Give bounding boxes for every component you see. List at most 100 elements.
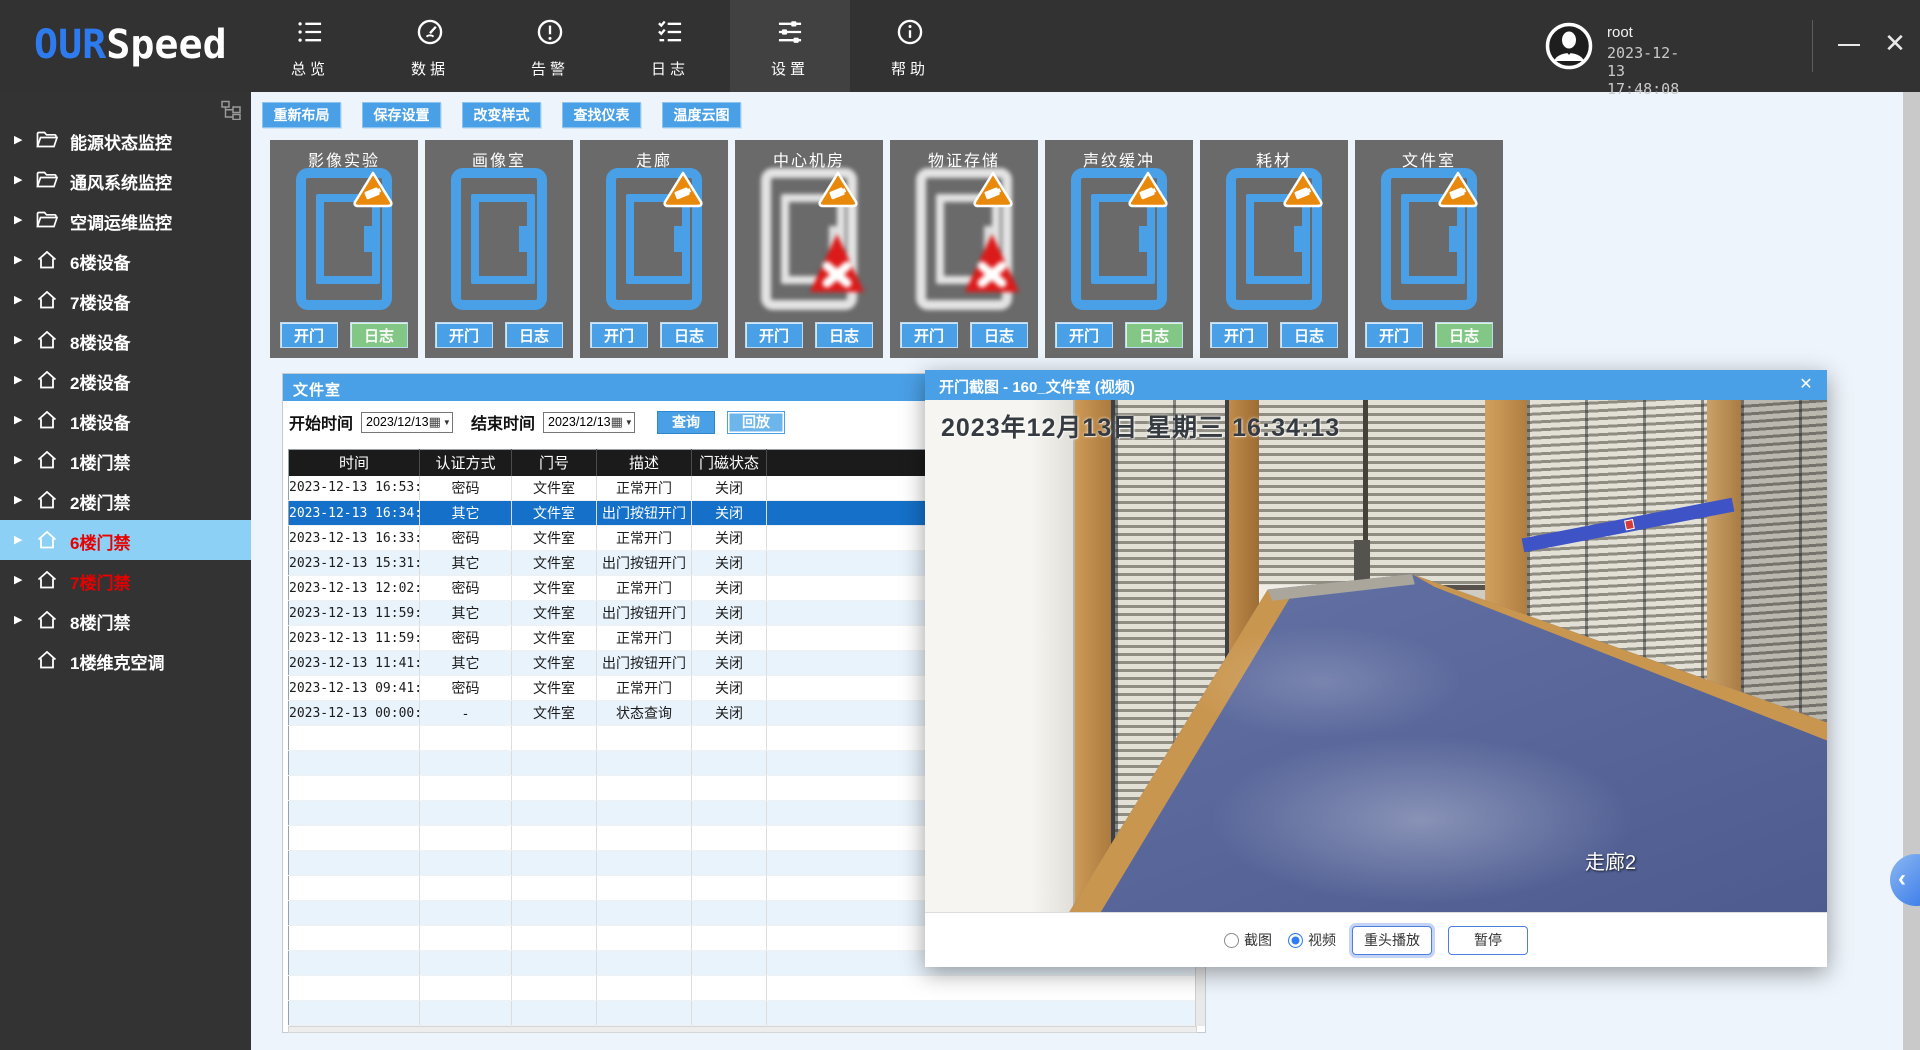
open-door-button[interactable]: 开门 — [900, 322, 958, 348]
video-dialog-titlebar[interactable]: 开门截图 - 160_文件室 (视频) ✕ — [925, 370, 1827, 400]
sidebar-item-5[interactable]: ▶ 8楼设备 — [0, 320, 251, 360]
expander-icon[interactable]: ▶ — [14, 613, 22, 626]
close-icon[interactable]: ✕ — [1795, 374, 1817, 396]
sidebar-item-6[interactable]: ▶ 2楼设备 — [0, 360, 251, 400]
minimize-button[interactable] — [1834, 30, 1864, 60]
open-door-button[interactable]: 开门 — [1210, 322, 1268, 348]
door-card-0[interactable]: 影像实验 开门 日志 — [270, 140, 418, 358]
radio-selected-icon[interactable] — [1288, 933, 1303, 948]
open-door-button[interactable]: 开门 — [435, 322, 493, 348]
door-card-7[interactable]: 文件室 开门 日志 — [1355, 140, 1503, 358]
expander-icon[interactable]: ▶ — [14, 293, 22, 306]
top-bar: OURSpeed 总览 数据 告警 日志 设置 帮助 root 2023-12-… — [0, 0, 1920, 92]
door-log-button[interactable]: 日志 — [350, 322, 408, 348]
nav-tab-4[interactable]: 设置 — [730, 0, 850, 92]
end-date-input[interactable]: 2023/12/13 ▦ ▼ — [543, 412, 635, 433]
open-door-button[interactable]: 开门 — [745, 322, 803, 348]
door-card-2[interactable]: 走廊 开门 日志 — [580, 140, 728, 358]
replay-button[interactable]: 重头播放 — [1352, 926, 1432, 955]
sidebar-item-12[interactable]: ▶ 8楼门禁 — [0, 600, 251, 640]
column-header-0[interactable]: 时间 — [289, 450, 420, 476]
table-cell: 正常开门 — [597, 576, 692, 601]
table-cell: 关闭 — [692, 701, 767, 726]
door-log-button[interactable]: 日志 — [1435, 322, 1493, 348]
toolbar-button-1[interactable]: 保存设置 — [362, 102, 441, 128]
door-card-5[interactable]: 声纹缓冲 开门 日志 — [1045, 140, 1193, 358]
playback-button[interactable]: 回放 — [727, 411, 785, 434]
nav-tab-1[interactable]: 数据 — [370, 0, 490, 92]
query-button[interactable]: 查询 — [657, 411, 715, 434]
chevron-down-icon[interactable]: ▼ — [443, 418, 451, 427]
door-log-button[interactable]: 日志 — [970, 322, 1028, 348]
nav-tab-2[interactable]: 告警 — [490, 0, 610, 92]
open-door-button[interactable]: 开门 — [1365, 322, 1423, 348]
expander-icon[interactable]: ▶ — [14, 493, 22, 506]
open-door-button[interactable]: 开门 — [590, 322, 648, 348]
expander-icon[interactable]: ▶ — [14, 533, 22, 546]
door-card-6[interactable]: 耗材 开门 日志 — [1200, 140, 1348, 358]
door-handle — [364, 226, 373, 252]
sidebar-item-7[interactable]: ▶ 1楼设备 — [0, 400, 251, 440]
nav-tab-label: 日志 — [610, 58, 730, 79]
door-log-button[interactable]: 日志 — [1280, 322, 1338, 348]
snapshot-radio[interactable]: 截图 — [1224, 930, 1272, 950]
sidebar-item-0[interactable]: ▶ 能源状态监控 — [0, 120, 251, 160]
video-controls-bar: 截图 视频 重头播放 暂停 — [925, 912, 1827, 967]
tree-view-icon[interactable] — [221, 100, 241, 120]
nav-tab-0[interactable]: 总览 — [250, 0, 370, 92]
start-date-input[interactable]: 2023/12/13 ▦ ▼ — [361, 412, 453, 433]
sidebar-item-13[interactable]: 1楼维克空调 — [0, 640, 251, 680]
column-header-4[interactable]: 门磁状态 — [692, 450, 767, 476]
sidebar-item-1[interactable]: ▶ 通风系统监控 — [0, 160, 251, 200]
expander-icon[interactable]: ▶ — [14, 573, 22, 586]
video-radio[interactable]: 视频 — [1288, 930, 1336, 950]
radio-icon[interactable] — [1224, 933, 1239, 948]
door-card-3[interactable]: 中心机房 开门 日志 — [735, 140, 883, 358]
sidebar-item-2[interactable]: ▶ 空调运维监控 — [0, 200, 251, 240]
column-header-1[interactable]: 认证方式 — [420, 450, 512, 476]
video-dialog: 开门截图 - 160_文件室 (视频) ✕ 2023年12月13日 星期三 16… — [925, 370, 1827, 967]
expander-icon[interactable]: ▶ — [14, 413, 22, 426]
table-cell: 2023-12-13 16:33:37 — [289, 526, 420, 551]
expander-icon[interactable]: ▶ — [14, 253, 22, 266]
expander-icon[interactable]: ▶ — [14, 453, 22, 466]
toolbar-button-3[interactable]: 查找仪表 — [562, 102, 641, 128]
column-header-2[interactable]: 门号 — [512, 450, 597, 476]
log-icon — [656, 18, 684, 46]
toolbar-button-0[interactable]: 重新布局 — [262, 102, 341, 128]
nav-tab-3[interactable]: 日志 — [610, 0, 730, 92]
expander-icon[interactable]: ▶ — [14, 133, 22, 146]
door-card-4[interactable]: 物证存储 开门 日志 — [890, 140, 1038, 358]
nav-tab-5[interactable]: 帮助 — [850, 0, 970, 92]
camera-alarm-icon — [352, 170, 394, 208]
sidebar-item-3[interactable]: ▶ 6楼设备 — [0, 240, 251, 280]
open-door-button[interactable]: 开门 — [280, 322, 338, 348]
window-controls-divider — [1812, 20, 1813, 72]
table-cell: 文件室 — [512, 501, 597, 526]
door-log-button[interactable]: 日志 — [505, 322, 563, 348]
sidebar-item-8[interactable]: ▶ 1楼门禁 — [0, 440, 251, 480]
door-handle — [519, 226, 528, 252]
sidebar-item-4[interactable]: ▶ 7楼设备 — [0, 280, 251, 320]
toolbar-button-2[interactable]: 改变样式 — [462, 102, 541, 128]
sidebar-item-10[interactable]: ▶ 6楼门禁 — [0, 520, 251, 560]
expander-icon[interactable]: ▶ — [14, 213, 22, 226]
door-log-button[interactable]: 日志 — [1125, 322, 1183, 348]
door-card-1[interactable]: 画像室 开门 日志 — [425, 140, 573, 358]
expander-icon[interactable]: ▶ — [14, 173, 22, 186]
right-scrollbar[interactable] — [1903, 92, 1920, 1050]
column-header-3[interactable]: 描述 — [597, 450, 692, 476]
table-horizontal-scrollbar[interactable] — [288, 1026, 1197, 1033]
pause-button[interactable]: 暂停 — [1448, 926, 1528, 955]
door-log-button[interactable]: 日志 — [815, 322, 873, 348]
chevron-down-icon[interactable]: ▼ — [625, 418, 633, 427]
sidebar-item-9[interactable]: ▶ 2楼门禁 — [0, 480, 251, 520]
sidebar-item-11[interactable]: ▶ 7楼门禁 — [0, 560, 251, 600]
toolbar-button-4[interactable]: 温度云图 — [662, 102, 741, 128]
door-log-button[interactable]: 日志 — [660, 322, 718, 348]
expander-icon[interactable]: ▶ — [14, 333, 22, 346]
expander-icon[interactable]: ▶ — [14, 373, 22, 386]
close-window-button[interactable]: ✕ — [1880, 26, 1910, 60]
open-door-button[interactable]: 开门 — [1055, 322, 1113, 348]
sidebar-item-label: 8楼门禁 — [70, 609, 130, 634]
